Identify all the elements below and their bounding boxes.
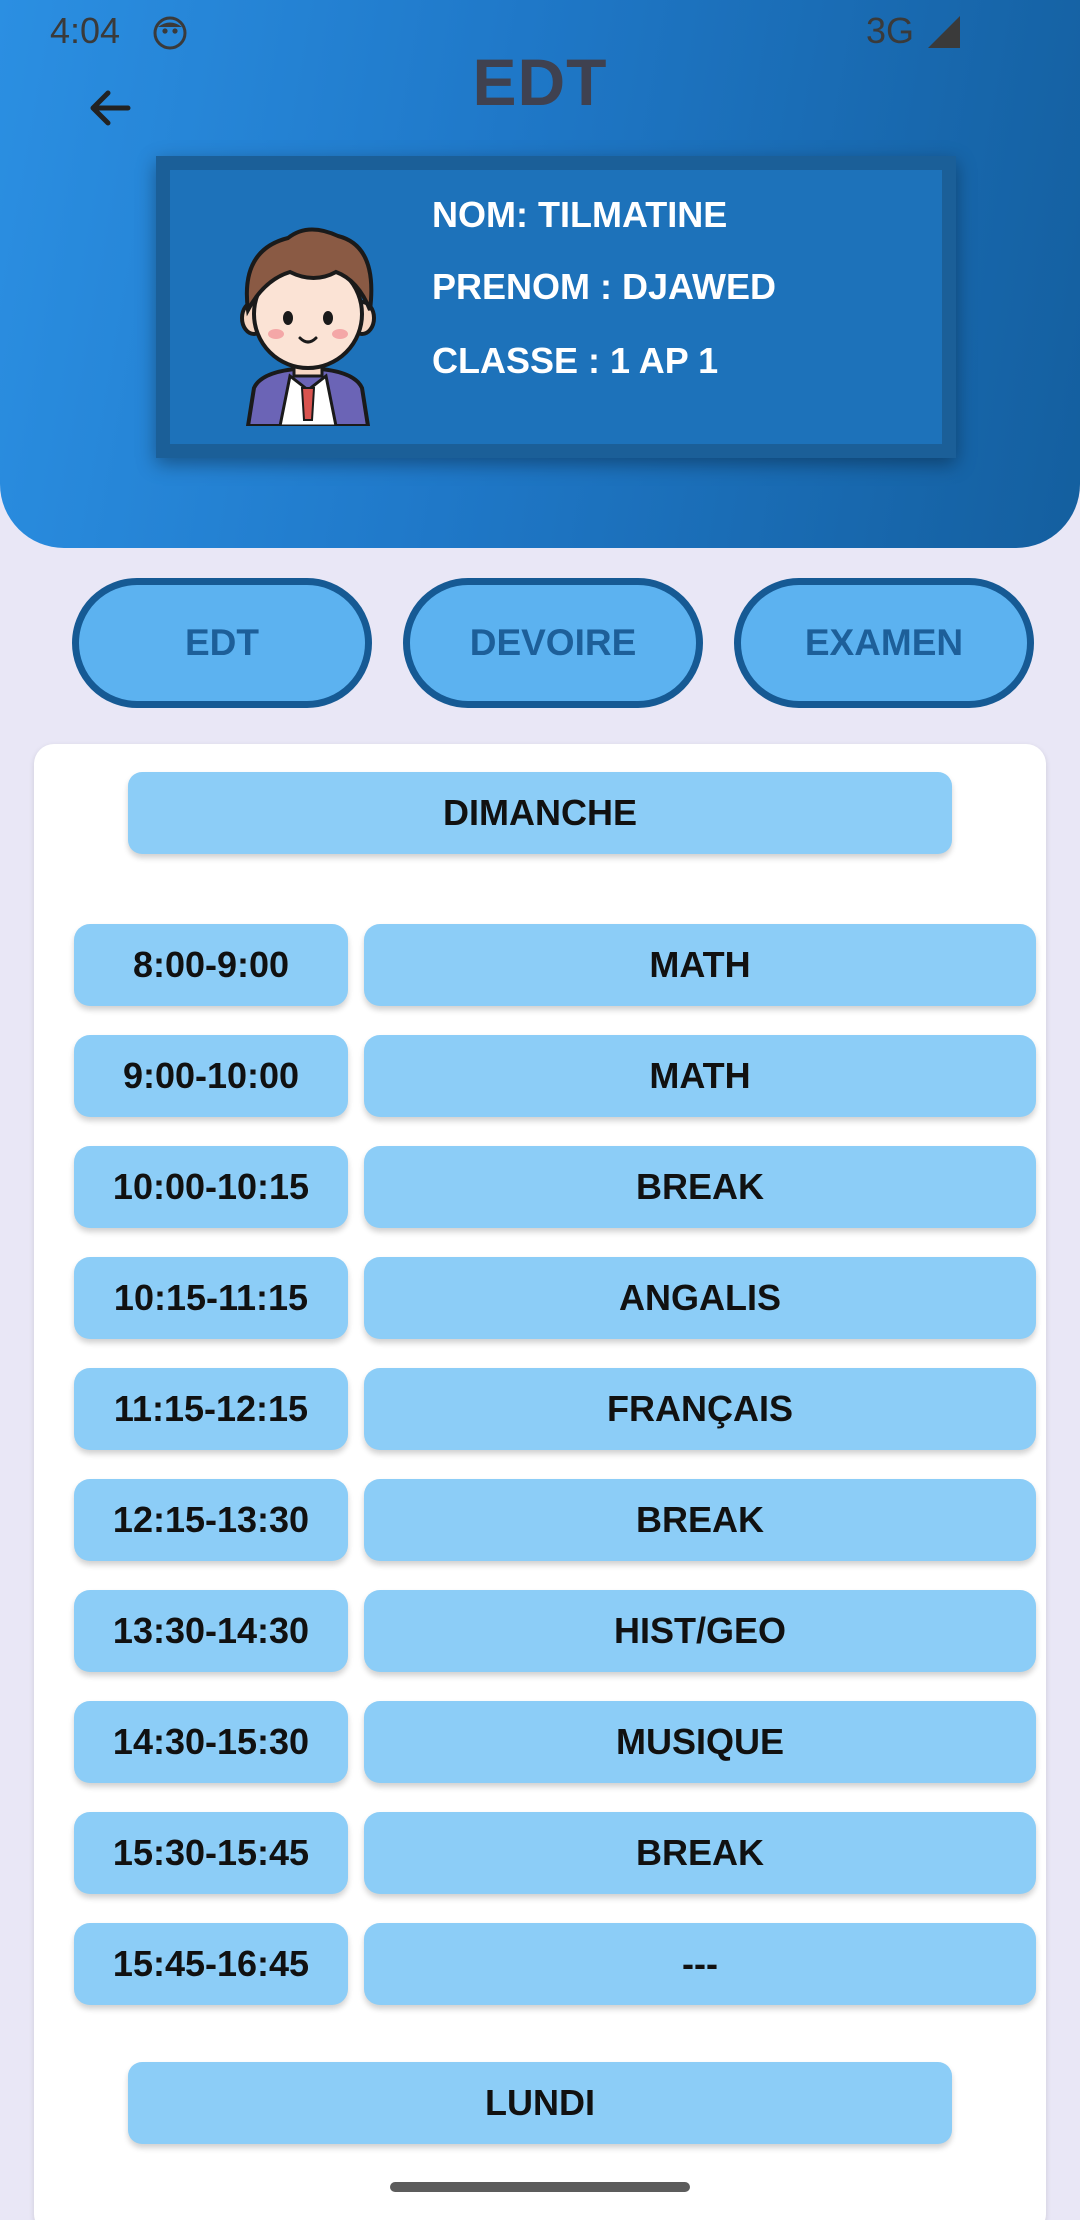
slot-time: 15:45-16:45 [74, 1923, 348, 2005]
tab-edt[interactable]: EDT [72, 578, 372, 708]
schedule-row: 10:15-11:15 ANGALIS [74, 1257, 1036, 1339]
profile-nom: NOM: TILMATINE [432, 194, 728, 235]
schedule-row: 12:15-13:30 BREAK [74, 1479, 1036, 1561]
page-title: EDT [472, 45, 608, 119]
student-avatar [240, 227, 376, 426]
app-screen: 4:04 3G EDT NOM: TILMATINE PRENOM: DJAW… [0, 0, 1080, 2220]
slot-time: 14:30-15:30 [74, 1701, 348, 1783]
tab-examen[interactable]: EXAMEN [734, 578, 1034, 708]
slot-subject: HIST/GEO [364, 1590, 1036, 1672]
slot-subject: --- [364, 1923, 1036, 2005]
slot-subject: MUSIQUE [364, 1701, 1036, 1783]
schedule-row: 13:30-14:30 HIST/GEO [74, 1590, 1036, 1672]
slot-subject: MATH [364, 1035, 1036, 1117]
schedule-row: 14:30-15:30 MUSIQUE [74, 1701, 1036, 1783]
day-header-dimanche: DIMANCHE [128, 772, 952, 854]
slot-subject: BREAK [364, 1479, 1036, 1561]
schedule-row: 9:00-10:00 MATH [74, 1035, 1036, 1117]
home-indicator[interactable] [390, 2182, 690, 2192]
slot-time: 10:00-10:15 [74, 1146, 348, 1228]
slot-subject: ANGALIS [364, 1257, 1036, 1339]
slot-time: 8:00-9:00 [74, 924, 348, 1006]
slot-subject: MATH [364, 924, 1036, 1006]
day-header-lundi: LUNDI [128, 2062, 952, 2144]
tab-devoire[interactable]: DEVOIRE [403, 578, 703, 708]
slot-time: 13:30-14:30 [74, 1590, 348, 1672]
slot-time: 15:30-15:45 [74, 1812, 348, 1894]
slot-subject: FRANÇAIS [364, 1368, 1036, 1450]
schedule-row: 15:45-16:45 --- [74, 1923, 1036, 2005]
profile-classe: CLASSE : 1 AP 1 [432, 340, 719, 381]
schedule-row: 15:30-15:45 BREAK [74, 1812, 1036, 1894]
schedule-row: 10:00-10:15 BREAK [74, 1146, 1036, 1228]
schedule-row: 8:00-9:00 MATH [74, 924, 1036, 1006]
schedule-card: DIMANCHE 8:00-9:00 MATH 9:00-10:00 MATH … [34, 744, 1046, 2220]
slot-subject: BREAK [364, 1146, 1036, 1228]
schedule-row: 11:15-12:15 FRANÇAIS [74, 1368, 1036, 1450]
slot-time: 12:15-13:30 [74, 1479, 348, 1561]
profile-card: NOM: TILMATINE PRENOM : DJAWED CLASSE : … [156, 156, 956, 458]
slot-time: 11:15-12:15 [74, 1368, 348, 1450]
slot-time: 10:15-11:15 [74, 1257, 348, 1339]
slot-time: 9:00-10:00 [74, 1035, 348, 1117]
slot-subject: BREAK [364, 1812, 1036, 1894]
profile-prenom: PRENOM : DJAWED [432, 266, 777, 307]
